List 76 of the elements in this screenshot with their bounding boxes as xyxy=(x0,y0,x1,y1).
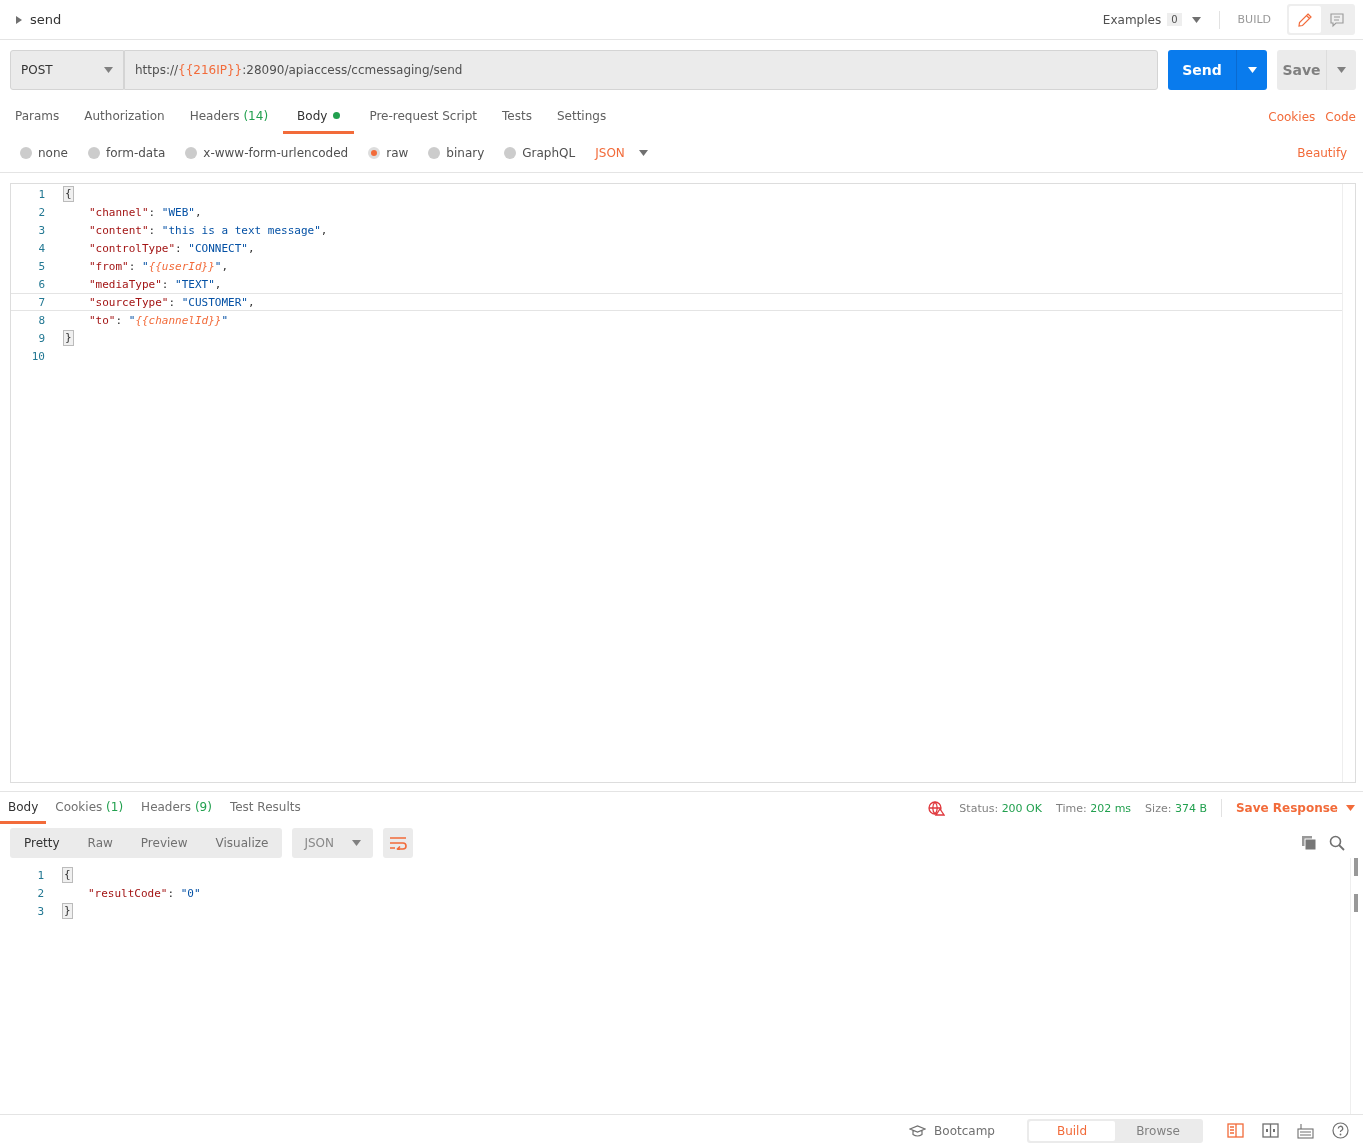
dropdown-caret-icon xyxy=(104,67,113,73)
code-line: "content": "this is a text message", xyxy=(88,223,328,237)
url-field[interactable]: https://{{216IP}}:28090/apiaccess/ccmessaging/send xyxy=(124,50,1158,90)
send-options-button[interactable] xyxy=(1236,50,1267,90)
view-mode-button[interactable]: Raw xyxy=(73,828,127,858)
method-dropdown[interactable]: POST xyxy=(10,50,124,90)
code-line: "to": "{{channelId}}" xyxy=(88,313,229,327)
code-line: "mediaType": "TEXT", xyxy=(88,277,222,291)
response-tab[interactable]: Body xyxy=(0,792,47,824)
line-number: 3 xyxy=(36,904,45,918)
line-number: 4 xyxy=(37,241,46,255)
examples-button[interactable]: Examples xyxy=(1102,12,1162,27)
line-number: 7 xyxy=(37,295,46,309)
response-tab[interactable]: Headers (9) xyxy=(132,792,221,824)
body-type-radio[interactable]: binary xyxy=(428,146,485,160)
send-button[interactable]: Send xyxy=(1168,50,1236,90)
body-type-radio[interactable]: none xyxy=(20,146,68,160)
request-tab[interactable]: Settings xyxy=(546,100,617,134)
line-number: 10 xyxy=(30,349,46,363)
code-line: "controlType": "CONNECT", xyxy=(88,241,255,255)
request-tab[interactable]: Pre-request Script xyxy=(359,100,488,134)
request-tab[interactable]: Params xyxy=(5,100,70,134)
code-line: "from": "{{userId}}", xyxy=(88,259,229,273)
dropdown-caret-icon xyxy=(1337,67,1346,73)
line-number: 3 xyxy=(37,223,46,237)
line-number: 1 xyxy=(36,868,45,882)
dropdown-caret-icon xyxy=(1346,805,1355,811)
response-tab[interactable]: Test Results xyxy=(220,792,310,824)
view-mode-button[interactable]: Pretty xyxy=(10,828,74,858)
dropdown-caret-icon[interactable] xyxy=(1191,16,1201,23)
response-tab[interactable]: Cookies (1) xyxy=(46,792,133,824)
two-pane-layout-icon[interactable] xyxy=(1262,1123,1279,1138)
edit-button[interactable] xyxy=(1289,6,1321,33)
line-number: 2 xyxy=(37,205,46,219)
line-number: 2 xyxy=(36,886,45,900)
request-tab[interactable]: Authorization xyxy=(74,100,175,134)
response-stat: Time: 202 ms xyxy=(1056,801,1132,815)
request-tab[interactable]: Headers (14) xyxy=(179,100,279,134)
code-line: "sourceType": "CUSTOMER", xyxy=(88,295,255,309)
graduation-cap-icon xyxy=(909,1124,927,1137)
code-line: "channel": "WEB", xyxy=(88,205,202,219)
body-type-radio[interactable]: raw xyxy=(368,146,409,160)
body-type-radio[interactable]: GraphQL xyxy=(504,146,576,160)
line-number: 8 xyxy=(37,313,46,327)
keyboard-icon[interactable] xyxy=(1297,1122,1314,1139)
body-type-radio[interactable]: form-data xyxy=(87,146,166,160)
view-mode-button[interactable]: Visualize xyxy=(201,828,283,858)
request-tab[interactable]: Tests xyxy=(492,100,542,134)
sidebar-layout-icon[interactable] xyxy=(1227,1123,1244,1138)
line-number: 5 xyxy=(37,259,46,273)
body-type-radio[interactable]: x-www-form-urlencoded xyxy=(185,146,349,160)
response-stat: Size: 374 B xyxy=(1145,801,1207,815)
line-number: 9 xyxy=(37,331,46,345)
code-line: "resultCode": "0" xyxy=(87,886,201,900)
dropdown-caret-icon xyxy=(352,840,361,846)
line-number: 6 xyxy=(37,277,46,291)
request-tab[interactable]: Body xyxy=(283,100,355,134)
globe-warning-icon[interactable] xyxy=(928,800,946,816)
examples-count: 0 xyxy=(1167,13,1182,26)
bootcamp-button[interactable]: Bootcamp xyxy=(909,1123,995,1138)
wrap-lines-icon xyxy=(389,836,407,850)
expand-caret-icon[interactable] xyxy=(16,15,22,24)
mode-label: BUILD xyxy=(1237,13,1271,26)
pencil-icon xyxy=(1297,11,1313,28)
view-mode-button[interactable]: Preview xyxy=(126,828,202,858)
request-name: send xyxy=(30,12,62,27)
dropdown-caret-icon xyxy=(638,150,648,156)
comment-icon xyxy=(1329,11,1345,28)
line-number: 1 xyxy=(37,187,46,201)
code-editor[interactable]: 1 { 2 "channel": "WEB", 3 "content": "this is a text message", 4 "controlType": "CONNECT", 5 "from": "{{userId}}", 6 "mediaType": "TEXT", 7 "sourceType": "CUSTOMER", 8 "to": "{{channelId}}" 9 } 10 xyxy=(10,183,1356,783)
dropdown-caret-icon xyxy=(1247,67,1257,73)
response-stat: Status: 200 OK xyxy=(959,801,1042,815)
search-icon[interactable] xyxy=(1329,835,1345,851)
help-icon[interactable] xyxy=(1332,1122,1349,1139)
mode-button[interactable]: Browse xyxy=(1115,1120,1201,1141)
copy-icon[interactable] xyxy=(1301,835,1317,851)
